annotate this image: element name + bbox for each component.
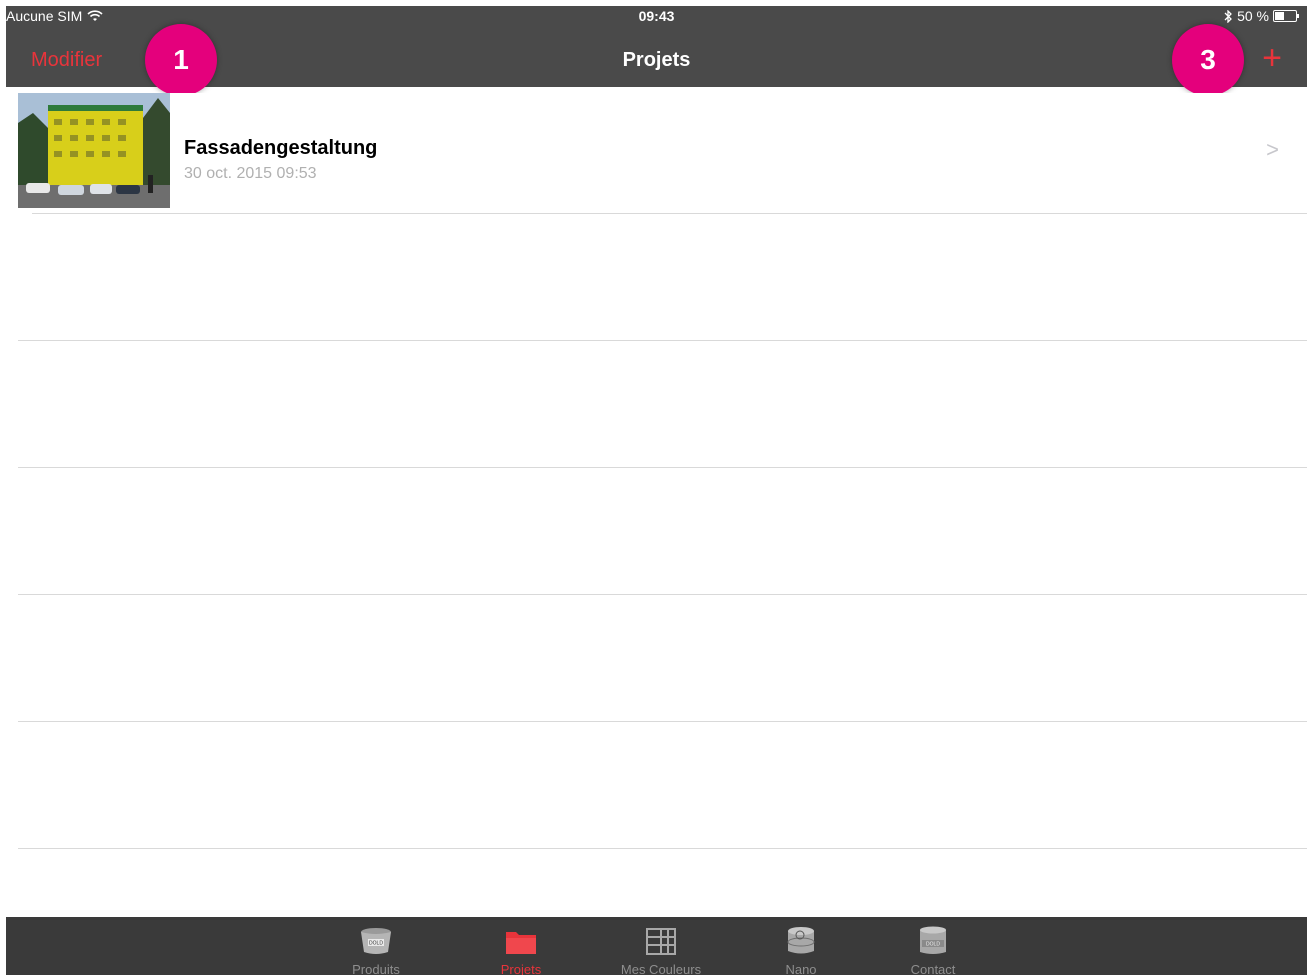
bluetooth-icon <box>1224 9 1232 23</box>
status-bar: Aucune SIM 09:43 50 % <box>6 6 1307 27</box>
project-thumbnail <box>18 93 170 208</box>
row-divider <box>32 213 1307 214</box>
battery-icon <box>1273 10 1299 22</box>
row-divider <box>18 594 1307 595</box>
row-divider <box>18 340 1307 341</box>
nano-bucket-icon <box>787 927 815 954</box>
tab-mes-couleurs[interactable]: Mes Couleurs <box>611 917 711 975</box>
app-window: Aucune SIM 09:43 50 % Modifier Projets + <box>0 0 1307 975</box>
tab-label: Mes Couleurs <box>620 962 702 975</box>
contact-bucket-icon: DOLD <box>920 926 946 954</box>
tab-label: Projets <box>500 962 542 975</box>
battery-percent: 50 % <box>1237 8 1269 24</box>
chevron-right-icon: > <box>1266 137 1279 162</box>
project-list-item[interactable]: Fassadengestaltung 30 oct. 2015 09:53 > <box>18 93 1307 213</box>
paint-bucket-icon: DOLD <box>361 928 391 954</box>
tab-nano[interactable]: Nano <box>751 917 851 975</box>
tab-label: Nano <box>785 962 817 975</box>
svg-text:DOLD: DOLD <box>926 942 940 948</box>
callout-badge-1: 1 <box>145 24 217 96</box>
project-date: 30 oct. 2015 09:53 <box>184 165 317 182</box>
status-right: 50 % <box>1224 8 1299 24</box>
tab-bar: DOLD Produits Projets Mes Couleurs Nano … <box>6 917 1307 975</box>
color-chart-icon <box>646 928 676 955</box>
tab-produits[interactable]: DOLD Produits <box>326 917 426 975</box>
tab-label: Contact <box>910 962 956 975</box>
folder-icon <box>506 932 536 954</box>
tab-contact[interactable]: DOLD Contact <box>883 917 983 975</box>
tab-projets[interactable]: Projets <box>471 917 571 975</box>
tab-label: Produits <box>352 962 400 975</box>
callout-badge-3: 3 <box>1172 24 1244 96</box>
plus-icon[interactable]: + <box>1262 41 1282 75</box>
row-divider <box>18 721 1307 722</box>
row-divider <box>18 848 1307 849</box>
project-title: Fassadengestaltung <box>184 137 378 159</box>
status-time: 09:43 <box>638 8 675 24</box>
row-divider <box>18 467 1307 468</box>
svg-text:DOLD: DOLD <box>369 941 383 947</box>
